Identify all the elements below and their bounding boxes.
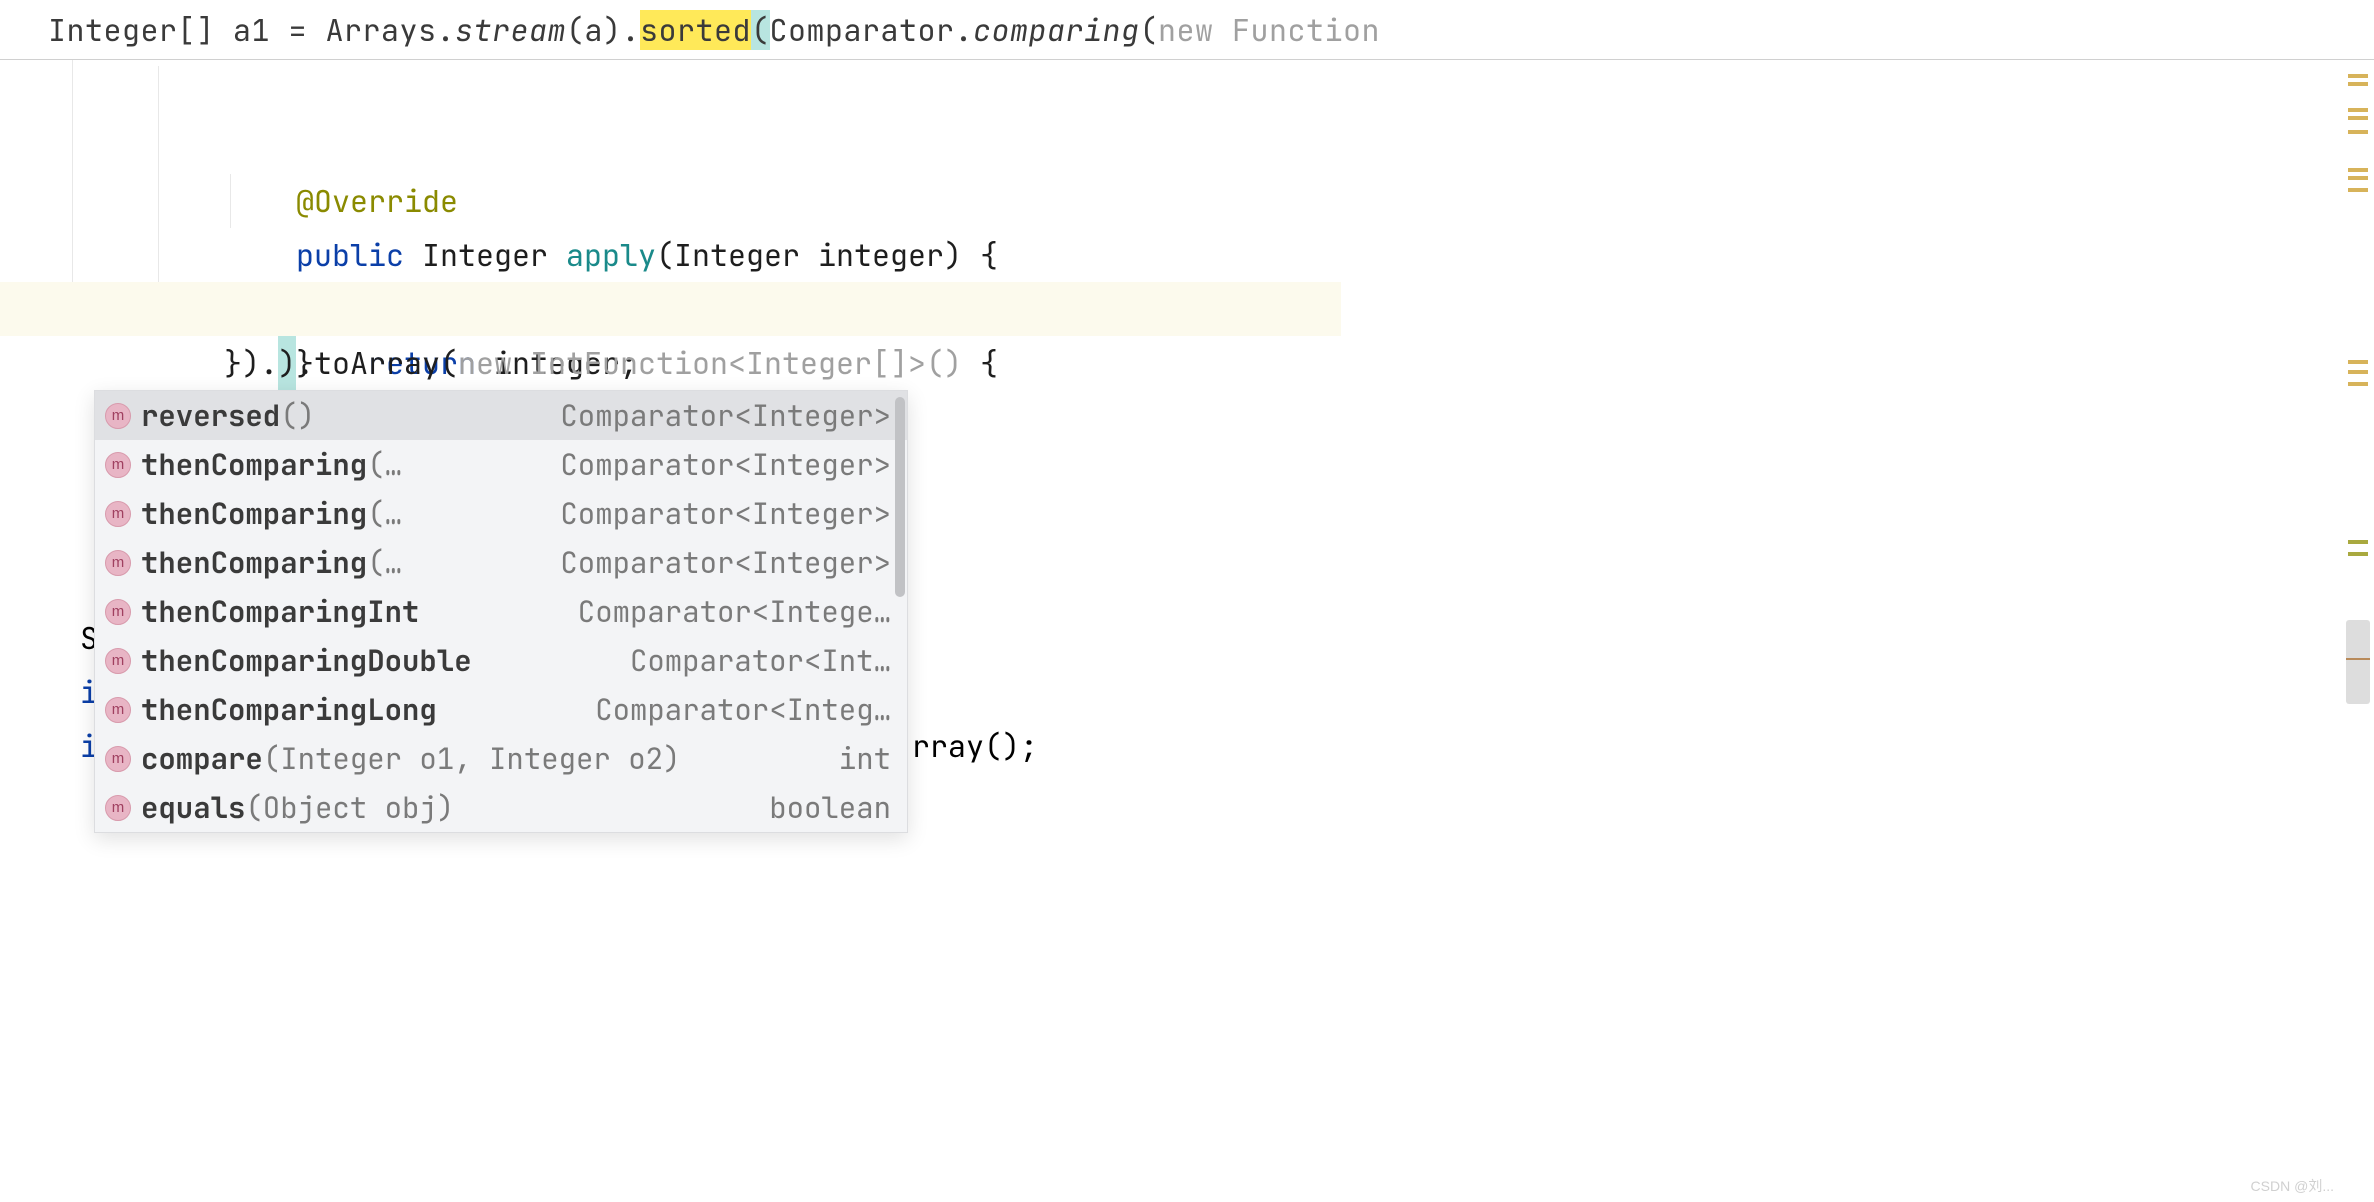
completion-name: equals [141,788,245,827]
completion-name: thenComparingLong [141,690,437,729]
autocomplete-popup[interactable]: m reversed() Comparator<Integer> m thenCompa… [94,390,908,833]
autocomplete-item[interactable]: m compare(Integer o1, Integer o2) int [95,734,907,783]
code-editor[interactable]: @Override public Integer apply(Integer i… [0,60,2374,336]
completion-name: thenComparingInt [141,592,419,631]
completion-params: () [280,396,315,435]
code-text: .toArray( [296,343,458,383]
warning-marker[interactable] [2348,168,2368,172]
scrollbar-thumb[interactable] [2346,620,2370,704]
code-line[interactable]: } [80,228,2374,282]
warning-marker[interactable] [2348,116,2368,120]
warning-marker[interactable] [2348,176,2368,180]
completion-params: (… [367,445,402,484]
completion-return-type: Comparator<Integer> [540,445,891,484]
completion-params: (… [367,543,402,582]
breadcrumb-text: (a). [566,10,640,50]
warning-marker[interactable] [2348,82,2368,86]
caret-position: ) [278,336,296,390]
method-icon: m [105,403,131,429]
code-text: { [962,343,998,383]
watermark: CSDN @刘... [2251,1176,2334,1196]
code-line-current[interactable]: }).).toArray(new IntFunction<Integer[]>(… [0,282,1341,336]
completion-params: (… [367,494,402,533]
completion-return-type: Comparator<Integer> [540,396,891,435]
indent [152,343,224,383]
method-icon: m [105,795,131,821]
breadcrumb-hint: new Function [1158,10,1380,50]
completion-name: thenComparing [141,494,367,533]
breadcrumb-text: Comparator. [770,10,974,50]
method-icon: m [105,452,131,478]
warning-marker[interactable] [2348,370,2368,374]
completion-return-type: boolean [749,788,891,827]
marker-stripe[interactable] [2340,60,2374,1202]
code-line[interactable]: public Integer apply(Integer integer) { [80,120,2374,174]
completion-return-type: Comparator<Int… [610,641,891,680]
method-icon: m [105,501,131,527]
code-line[interactable]: return integer; [80,174,2374,228]
completion-name: thenComparing [141,543,367,582]
method-icon: m [105,697,131,723]
autocomplete-item[interactable]: m thenComparing(… Comparator<Integer> [95,489,907,538]
autocomplete-item[interactable]: m thenComparingLong Comparator<Integ… [95,685,907,734]
completion-name: compare [141,739,263,778]
warning-marker[interactable] [2348,74,2368,78]
autocomplete-item[interactable]: m thenComparing(… Comparator<Integer> [95,440,907,489]
warning-marker[interactable] [2348,540,2368,544]
autocomplete-item[interactable]: m thenComparingInt Comparator<Intege… [95,587,907,636]
breadcrumb-bar: Integer[] a1 = Arrays.stream(a).sorted(C… [0,0,2374,60]
breadcrumb-text: ( [1140,10,1159,50]
inlay-hint: IntFunction<Integer[]>() [530,343,962,383]
warning-marker[interactable] [2348,108,2368,112]
completion-params: (Integer o1, Integer o2) [263,739,681,778]
method-icon: m [105,648,131,674]
code-text: }). [224,343,278,383]
code-line[interactable]: rray(); [912,726,1038,766]
breadcrumb-text: stream [455,10,566,50]
code-line[interactable]: @Override [80,66,2374,120]
warning-marker[interactable] [2348,382,2368,386]
completion-return-type: Comparator<Integer> [540,543,891,582]
warning-marker[interactable] [2348,552,2368,556]
warning-marker[interactable] [2348,188,2368,192]
breadcrumb-text: Integer[] a1 = Arrays. [48,10,455,50]
completion-return-type: Comparator<Integer> [540,494,891,533]
caret-marker [2346,658,2370,660]
method-icon: m [105,599,131,625]
autocomplete-item[interactable]: m reversed() Comparator<Integer> [95,391,907,440]
autocomplete-item[interactable]: m thenComparingDouble Comparator<Int… [95,636,907,685]
completion-name: thenComparingDouble [141,641,472,680]
warning-marker[interactable] [2348,130,2368,134]
method-icon: m [105,550,131,576]
method-icon: m [105,746,131,772]
breadcrumb-text: comparing [973,10,1140,50]
breadcrumb-paren: ( [751,10,770,50]
breadcrumb-highlight: sorted [640,10,751,50]
completion-return-type: Comparator<Intege… [558,592,891,631]
warning-marker[interactable] [2348,360,2368,364]
completion-params: (Object obj) [245,788,454,827]
completion-name: reversed [141,396,280,435]
popup-scrollbar[interactable] [895,397,905,597]
completion-return-type: Comparator<Integ… [575,690,891,729]
completion-return-type: int [819,739,891,778]
completion-name: thenComparing [141,445,367,484]
inlay-hint: new [458,343,512,383]
autocomplete-item[interactable]: mequals(Object obj) boolean [95,783,907,832]
autocomplete-item[interactable]: m thenComparing(… Comparator<Integer> [95,538,907,587]
